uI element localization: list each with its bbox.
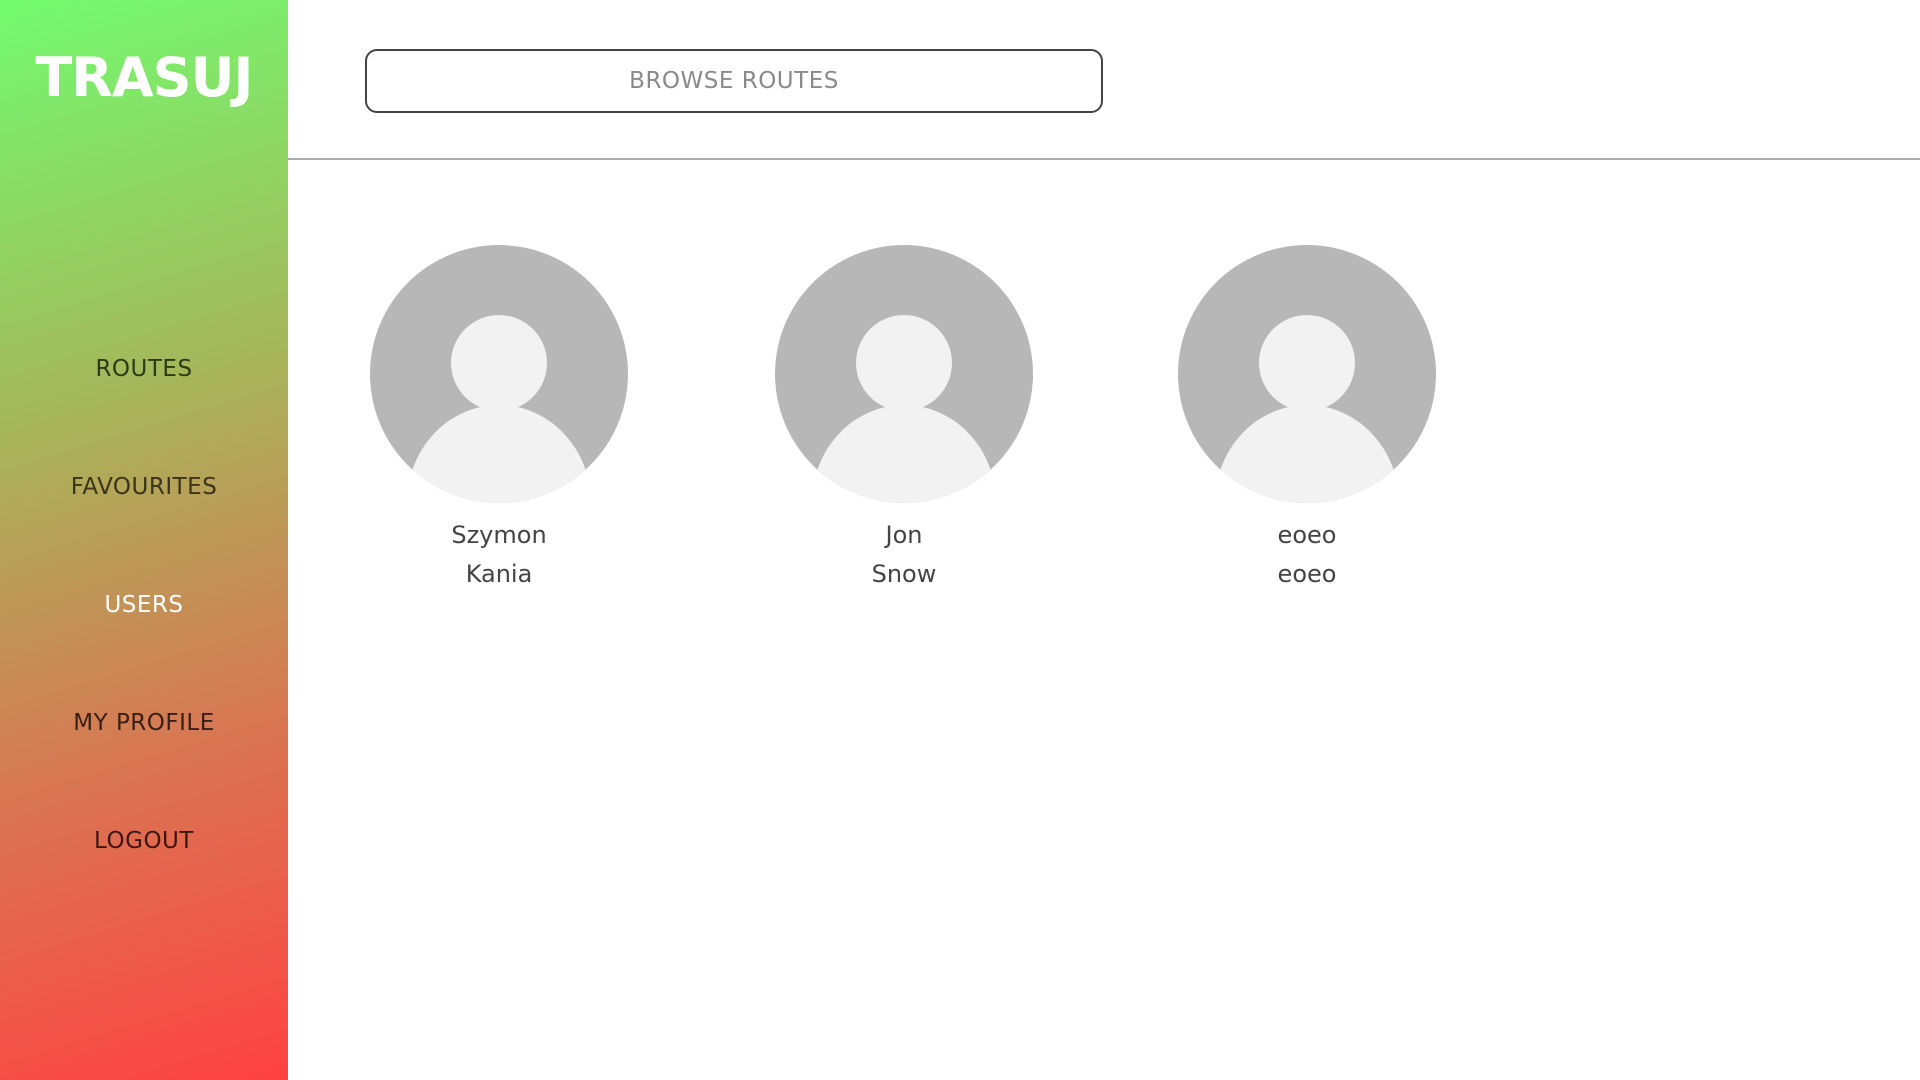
user-card[interactable]: eoeo eoeo [1178,245,1436,594]
sidebar: TRASUJ ROUTES FAVOURITES USERS MY PROFIL… [0,0,288,1080]
nav-item-users[interactable]: USERS [0,592,288,618]
user-first-name: Jon [885,521,923,549]
user-first-name: Szymon [451,521,547,549]
user-last-name: Kania [465,560,533,588]
user-last-name: eoeo [1277,560,1337,588]
user-first-name: eoeo [1277,521,1337,549]
nav-item-my-profile[interactable]: MY PROFILE [0,710,288,736]
user-avatar-icon [370,245,628,503]
user-avatar-icon [775,245,1033,503]
header: BROWSE ROUTES [288,0,1920,160]
user-card[interactable]: Jon Snow [775,245,1033,594]
nav-item-logout[interactable]: LOGOUT [0,828,288,854]
app-logo[interactable]: TRASUJ [0,46,288,109]
user-card[interactable]: Szymon Kania [370,245,628,594]
nav-item-favourites[interactable]: FAVOURITES [0,474,288,500]
browse-routes-button[interactable]: BROWSE ROUTES [365,49,1103,113]
user-avatar-icon [1178,245,1436,503]
nav-item-routes[interactable]: ROUTES [0,356,288,382]
user-last-name: Snow [871,560,937,588]
